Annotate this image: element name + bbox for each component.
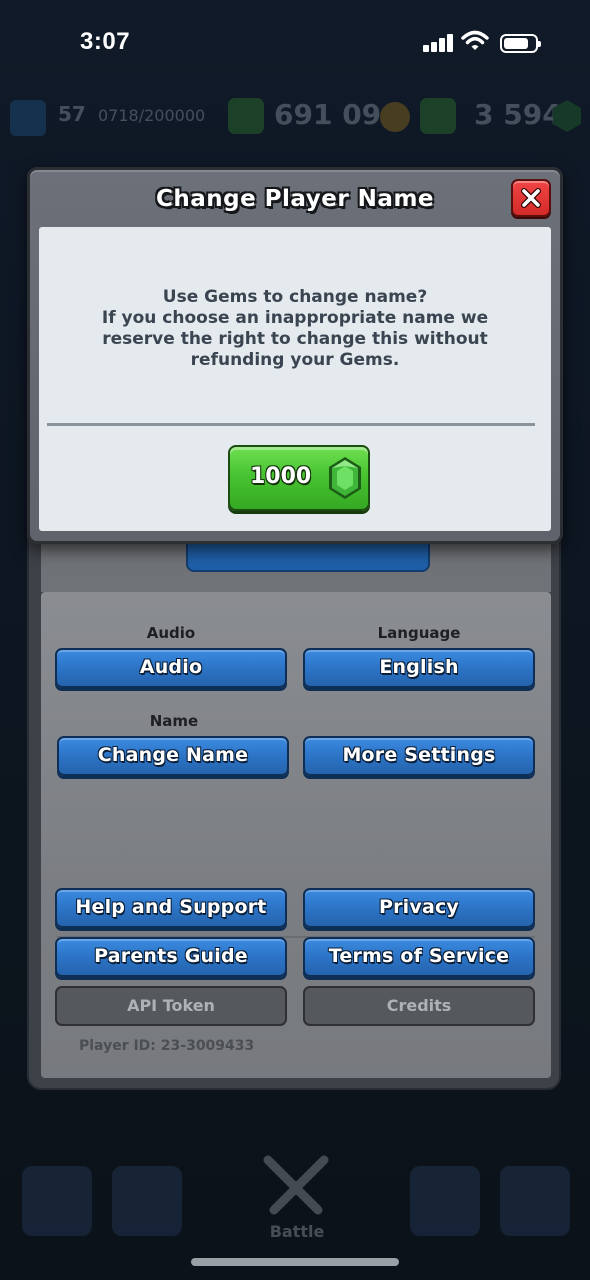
hud-level: 57 xyxy=(58,102,86,126)
dialog-title: Change Player Name xyxy=(155,186,435,212)
settings-content: Audio Language Audio English Name Change… xyxy=(41,592,551,1078)
name-section-label: Name xyxy=(149,712,199,730)
gem-cost: 1000 xyxy=(250,464,312,489)
confirm-gems-button[interactable]: 1000 xyxy=(228,445,370,511)
add-gold-icon xyxy=(228,98,264,134)
privacy-button[interactable]: Privacy xyxy=(303,888,535,928)
add-gems-icon xyxy=(420,98,456,134)
battle-tab-label: Battle xyxy=(269,1222,325,1241)
status-time: 3:07 xyxy=(80,28,131,55)
dialog-message-line: Use Gems to change name? xyxy=(162,287,428,307)
change-name-button[interactable]: Change Name xyxy=(57,736,289,776)
parents-guide-button[interactable]: Parents Guide xyxy=(55,937,287,977)
credits-button[interactable]: Credits xyxy=(303,986,535,1026)
help-and-support-button[interactable]: Help and Support xyxy=(55,888,287,928)
cards-tab-icon xyxy=(112,1166,182,1236)
coin-icon xyxy=(380,102,410,132)
close-button[interactable] xyxy=(511,179,551,217)
dialog-message-line: If you choose an inappropriate name we xyxy=(101,308,489,328)
hud-gems: 3 594 xyxy=(474,98,562,131)
hud-xp-progress: 0718/200000 xyxy=(98,106,206,125)
more-settings-button[interactable]: More Settings xyxy=(303,736,535,776)
dialog-message: Use Gems to change name? If you choose a… xyxy=(59,287,531,371)
terms-of-service-button[interactable]: Terms of Service xyxy=(303,937,535,977)
shop-tab-icon xyxy=(22,1166,92,1236)
battery-level xyxy=(504,38,528,49)
dialog-message-line: reserve the right to change this without xyxy=(102,329,488,349)
dialog-message-line: refunding your Gems. xyxy=(190,350,400,370)
settings-panel: Audio Language Audio English Name Change… xyxy=(27,520,561,1090)
dialog-body: Use Gems to change name? If you choose a… xyxy=(39,227,551,531)
cellular-signal-icon xyxy=(423,34,455,52)
settings-tab[interactable] xyxy=(186,540,430,572)
xp-icon xyxy=(10,100,46,136)
audio-section-label: Audio xyxy=(146,624,196,642)
dialog-divider xyxy=(47,423,535,426)
api-token-button[interactable]: API Token xyxy=(55,986,287,1026)
language-section-label: Language xyxy=(377,624,461,642)
change-name-dialog: Change Player Name Use Gems to change na… xyxy=(27,167,563,544)
battery-icon xyxy=(500,34,541,53)
wifi-icon xyxy=(461,30,489,50)
battle-swords-icon xyxy=(263,1155,329,1215)
player-id: Player ID: 23-3009433 xyxy=(79,1038,255,1054)
events-tab-icon xyxy=(500,1166,570,1236)
gem-icon xyxy=(329,457,361,499)
top-hud: 57 0718/200000 691 090 3 594 xyxy=(0,92,590,144)
language-button[interactable]: English xyxy=(303,648,535,688)
status-bar: 3:07 xyxy=(0,0,590,90)
home-indicator[interactable] xyxy=(191,1258,399,1266)
clan-tab-icon xyxy=(410,1166,480,1236)
audio-button[interactable]: Audio xyxy=(55,648,287,688)
close-icon xyxy=(521,188,541,208)
